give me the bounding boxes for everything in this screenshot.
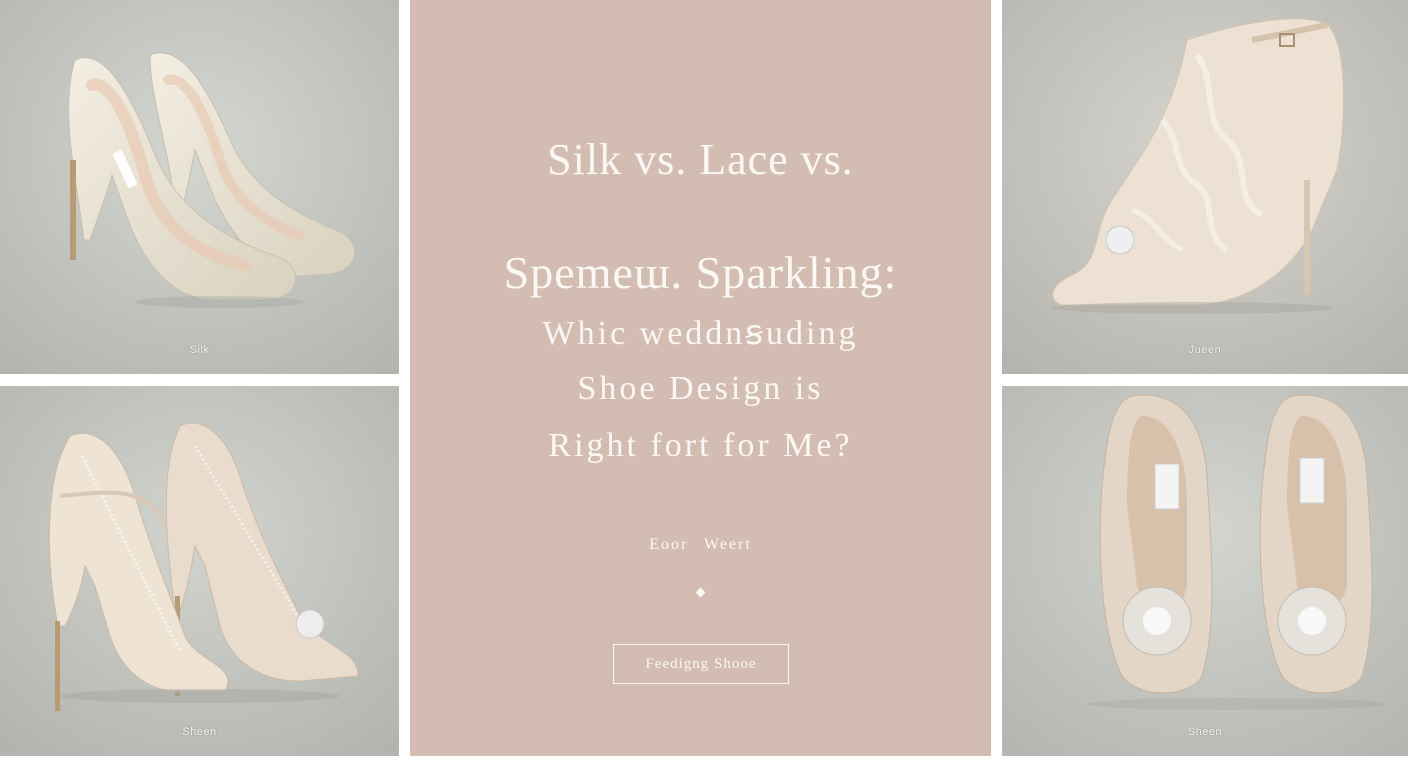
headline-line-2: Spemeɯ. Sparkling: bbox=[503, 247, 898, 298]
lace-shoe-photo: Jueen bbox=[1002, 0, 1408, 374]
sheen-caption-right: Sheen bbox=[1187, 726, 1223, 738]
t-strap-sandals-illustration bbox=[0, 386, 399, 756]
jeweled-pumps-photo: Sheen bbox=[1002, 386, 1408, 756]
headline-line-1: Silk vs. Lace vs. bbox=[547, 135, 854, 184]
title-panel: Silk vs. Lace vs. Spemeɯ. Sparkling: Whi… bbox=[410, 0, 991, 756]
diamond-divider-icon bbox=[695, 587, 706, 598]
wedding-shoes-button[interactable]: Feedigng Shooe bbox=[613, 644, 789, 684]
silk-caption: Silk bbox=[189, 344, 210, 356]
silk-pumps-illustration bbox=[0, 0, 399, 374]
headline-line-3: Whic weddnꞩuding bbox=[542, 315, 859, 352]
headline-line-5: Right fort for Me? bbox=[548, 427, 853, 464]
byline: Eoor Weert bbox=[649, 536, 752, 553]
sparkling-sandals-photo: Sheen bbox=[0, 386, 399, 756]
lace-caption: Jueen bbox=[1188, 344, 1222, 356]
jeweled-pumps-illustration bbox=[1002, 386, 1408, 756]
headline-line-4: Shoe Design is bbox=[577, 370, 824, 407]
silk-shoes-photo: Silk bbox=[0, 0, 399, 374]
sheen-caption-left: Sheen bbox=[182, 726, 217, 738]
lace-bootie-illustration bbox=[1002, 0, 1408, 374]
